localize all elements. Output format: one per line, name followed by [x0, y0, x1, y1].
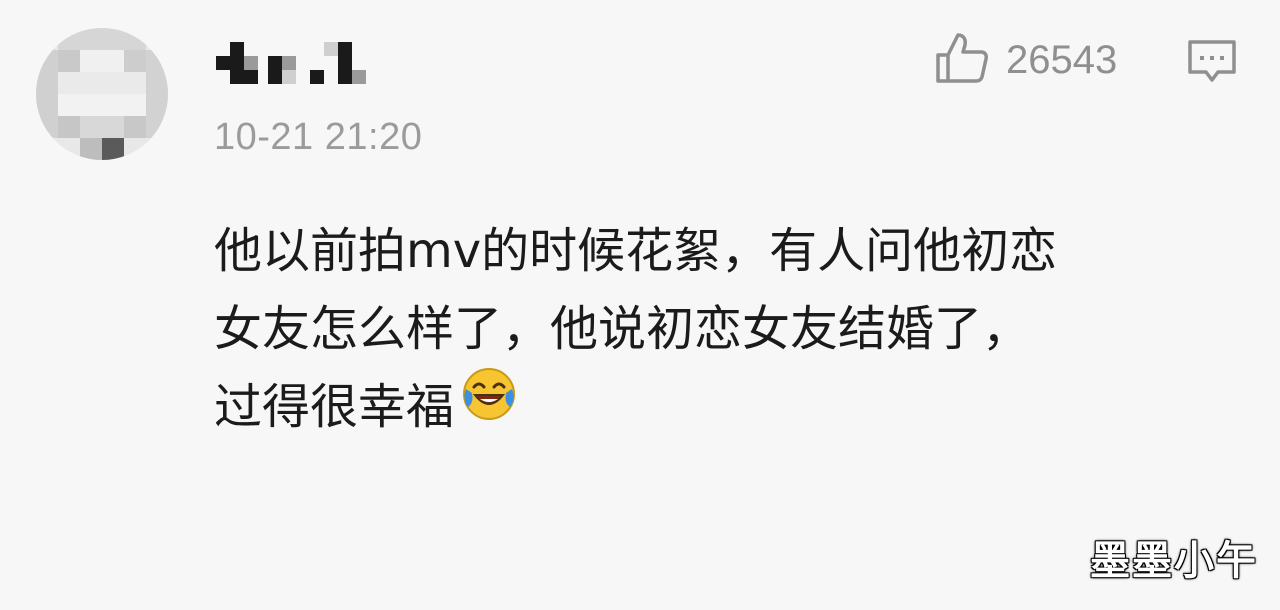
thumbs-up-icon: [934, 31, 990, 89]
username-pixel: [324, 42, 338, 56]
avatar-pixel: [80, 50, 124, 72]
comment-line: 他以前拍mv的时候花絮，有人问他初恋: [214, 223, 1058, 279]
avatar-pixel: [102, 138, 124, 160]
avatar-pixel: [58, 116, 80, 138]
comment-timestamp: 10-21 21:20: [214, 116, 423, 158]
comment-bubble-icon: [1186, 40, 1238, 90]
comment-line-text: 过得很幸福: [214, 379, 455, 435]
username-pixel: [268, 56, 282, 84]
avatar-pixel: [124, 116, 146, 138]
username-pixel: [216, 56, 230, 70]
avatar-pixel: [58, 94, 146, 116]
comment-line: 女友怎么样了，他说初恋女友结婚了，: [214, 301, 1031, 357]
username-pixel: [338, 42, 352, 84]
avatar-pixel: [124, 50, 146, 72]
username-pixel: [282, 56, 296, 70]
avatar-pixel: [146, 50, 168, 138]
comment-card: 10-21 21:20 26543 他以前拍mv的时候花絮，有人问他初恋 女友怎…: [0, 0, 1280, 610]
avatar-pixel: [36, 50, 58, 138]
avatar-pixel: [80, 116, 124, 138]
laughing-crying-emoji-icon: [460, 365, 518, 446]
like-count: 26543: [1006, 37, 1118, 82]
username-pixel: [310, 70, 324, 84]
username-pixel: [244, 56, 258, 70]
username-pixel: [282, 70, 296, 84]
username-pixelated[interactable]: [212, 38, 372, 86]
avatar[interactable]: [36, 28, 168, 160]
avatar-pixel: [58, 28, 146, 50]
like-button[interactable]: 26543: [934, 30, 1117, 90]
comment-line-last: 过得很幸福: [214, 365, 1224, 446]
username-pixel: [230, 56, 244, 84]
username-pixel: [352, 70, 366, 84]
avatar-pixel: [80, 138, 102, 160]
username-pixel: [230, 42, 244, 56]
avatar-pixel: [58, 72, 146, 94]
watermark: 墨墨小午: [1090, 538, 1258, 584]
comment-text: 他以前拍mv的时候花絮，有人问他初恋 女友怎么样了，他说初恋女友结婚了， 过得很…: [214, 212, 1224, 446]
username-pixel: [244, 70, 258, 84]
reply-button[interactable]: [1186, 38, 1238, 90]
avatar-pixel: [58, 50, 80, 72]
